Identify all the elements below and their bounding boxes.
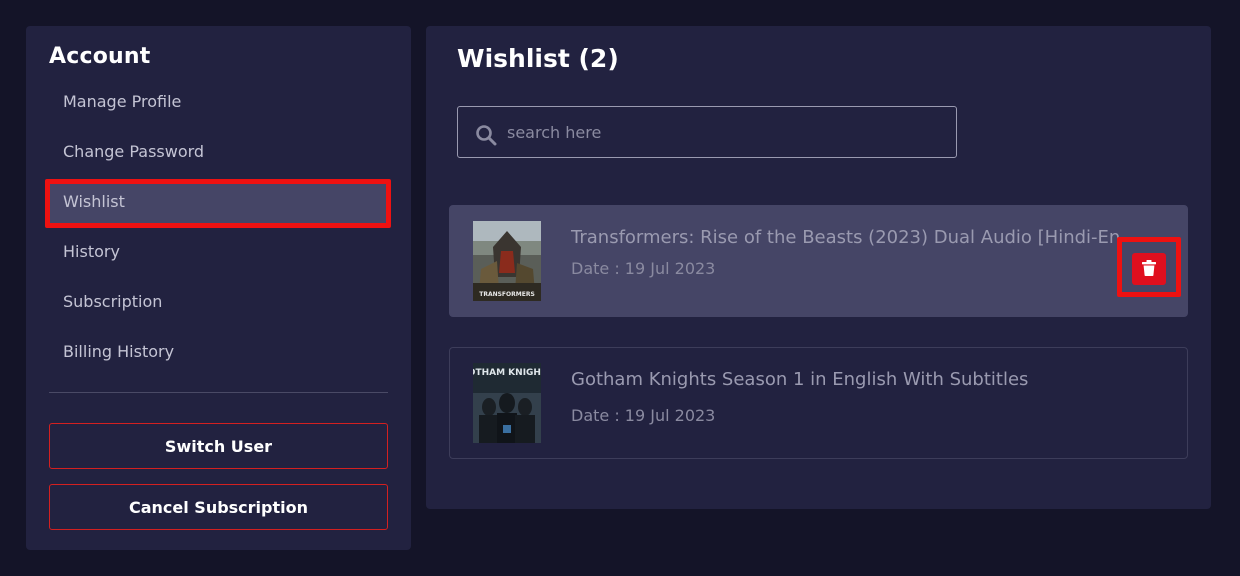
page-title: Wishlist (2)	[457, 44, 619, 73]
search-box	[457, 106, 957, 158]
delete-highlight-box	[1117, 237, 1181, 297]
search-icon	[475, 124, 497, 150]
wishlist-highlight-box	[45, 179, 391, 228]
wishlist-item[interactable]: GOTHAM KNIGHTS Gotham Knights Season 1 i…	[449, 347, 1188, 459]
sidebar-item-subscription[interactable]: Subscription	[63, 290, 162, 314]
account-sidebar: Account Manage Profile Change Password W…	[26, 26, 411, 550]
sidebar-item-billing-history[interactable]: Billing History	[63, 340, 174, 364]
item-title[interactable]: Transformers: Rise of the Beasts (2023) …	[571, 227, 1131, 248]
item-title[interactable]: Gotham Knights Season 1 in English With …	[571, 369, 1131, 390]
item-date: Date : 19 Jul 2023	[571, 259, 716, 278]
switch-user-button[interactable]: Switch User	[49, 423, 388, 469]
search-input[interactable]	[507, 107, 947, 157]
series-poster: GOTHAM KNIGHTS	[473, 363, 541, 443]
wishlist-panel: Wishlist (2) TRANSFORMERS Trans	[426, 26, 1211, 509]
sidebar-item-change-password[interactable]: Change Password	[63, 140, 204, 164]
cancel-subscription-button[interactable]: Cancel Subscription	[49, 484, 388, 530]
item-date: Date : 19 Jul 2023	[571, 406, 716, 425]
wishlist-item[interactable]: TRANSFORMERS Transformers: Rise of the B…	[449, 205, 1188, 317]
sidebar-title: Account	[49, 44, 151, 69]
poster-caption: GOTHAM KNIGHTS	[473, 368, 541, 378]
sidebar-divider	[49, 392, 388, 393]
sidebar-item-history[interactable]: History	[63, 240, 120, 264]
movie-poster: TRANSFORMERS	[473, 221, 541, 301]
sidebar-item-manage-profile[interactable]: Manage Profile	[63, 90, 181, 114]
poster-caption: TRANSFORMERS	[479, 291, 535, 298]
